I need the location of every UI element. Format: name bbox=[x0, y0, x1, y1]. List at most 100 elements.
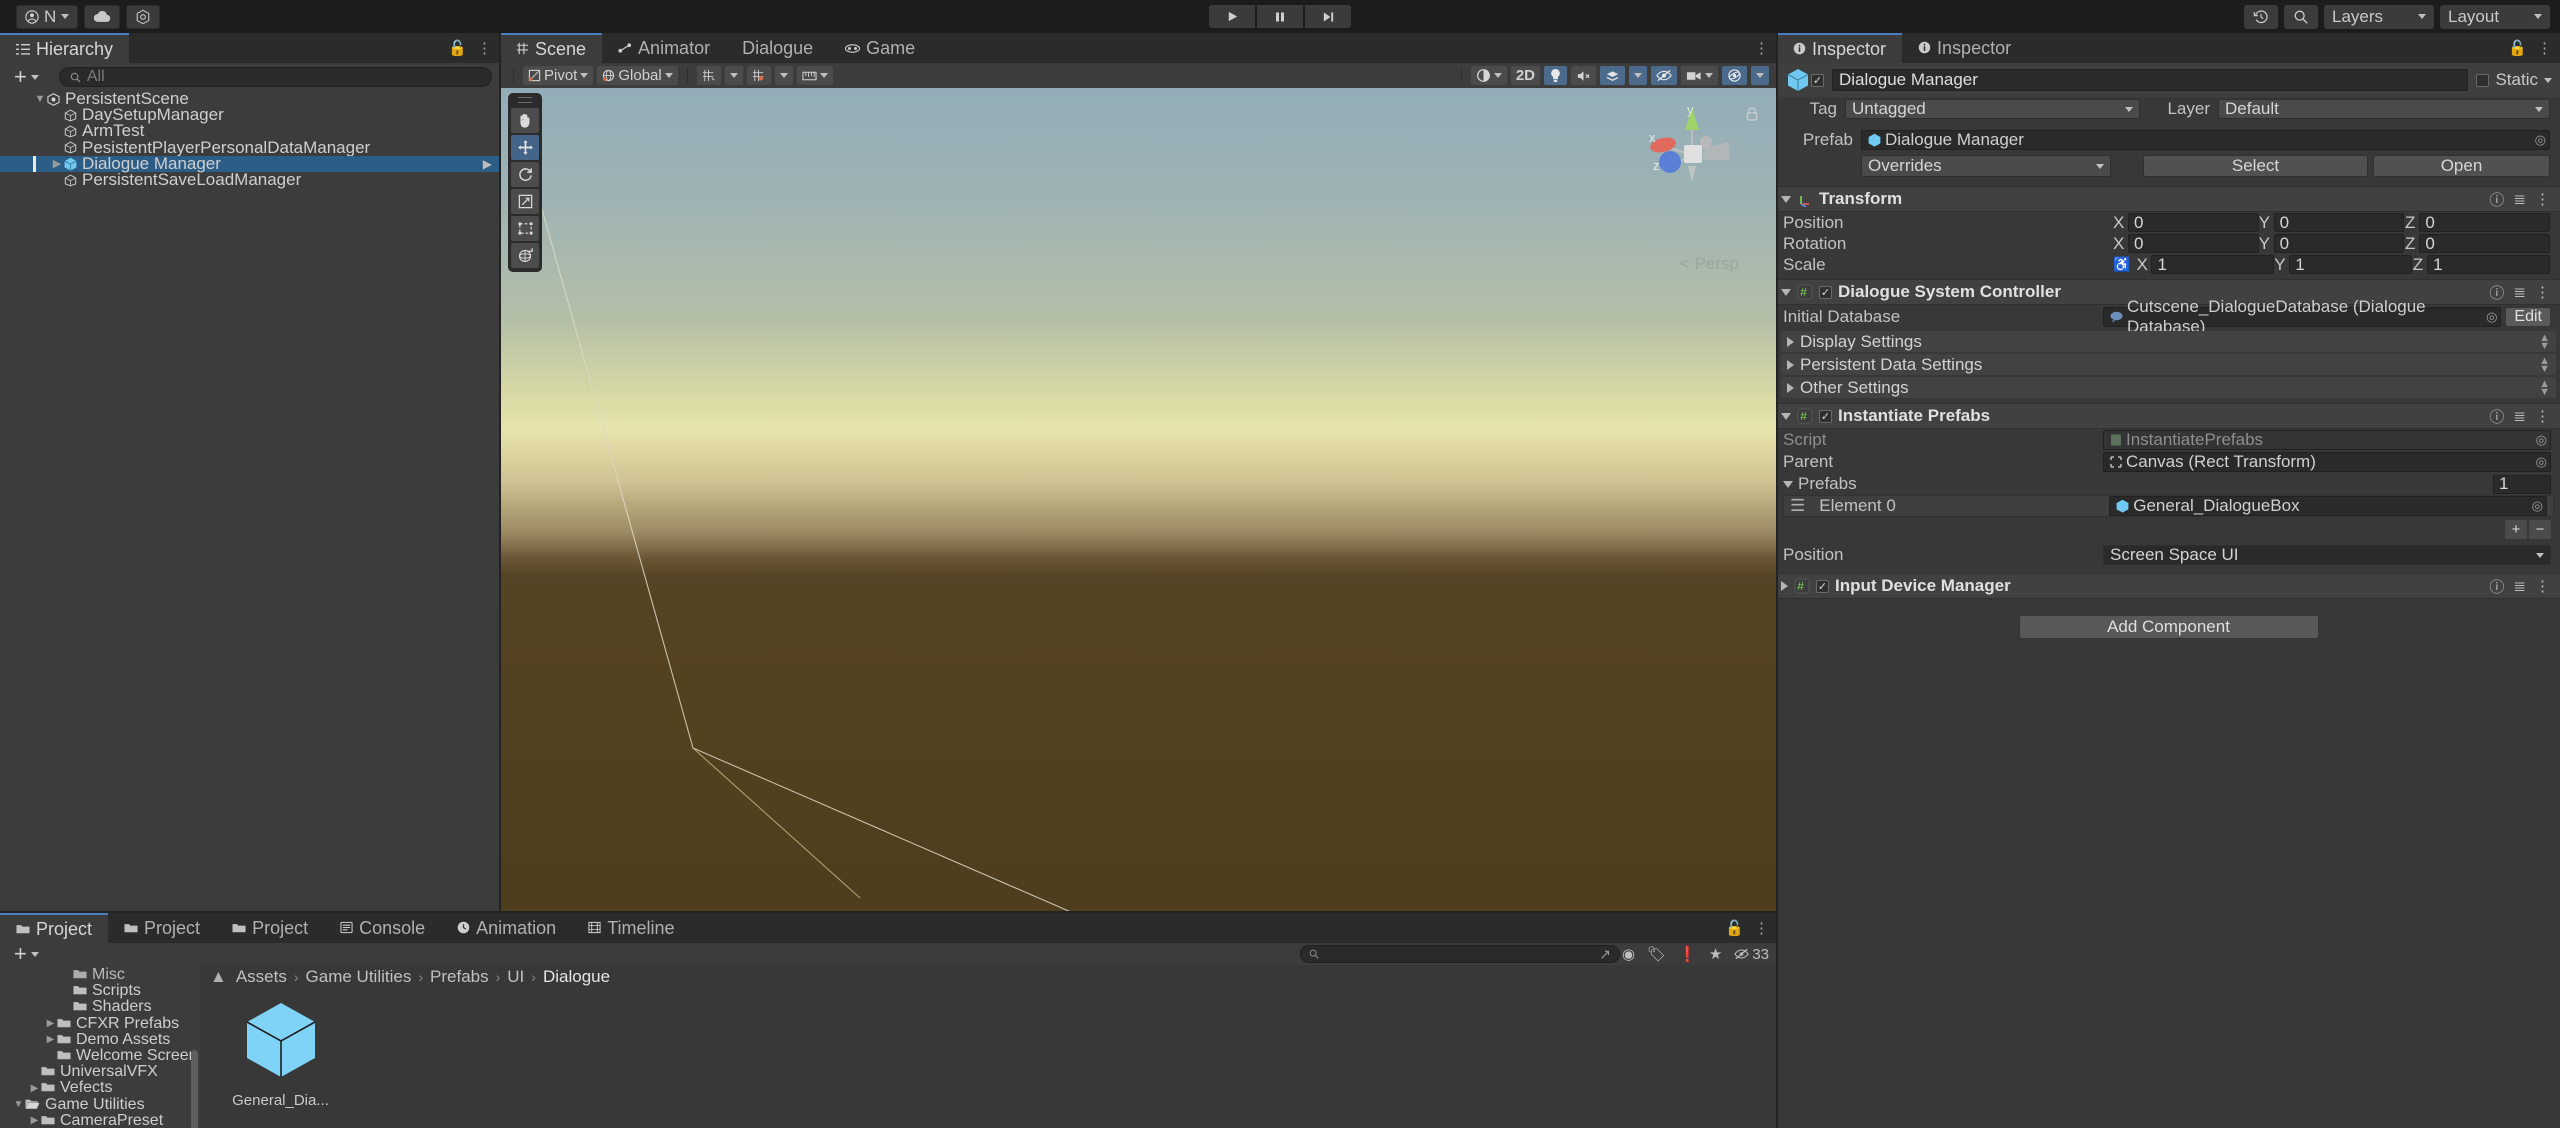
rotate-tool-button[interactable] bbox=[511, 162, 539, 187]
scene-effects-button[interactable] bbox=[1600, 66, 1625, 85]
hierarchy-tree[interactable]: ▼ PersistentScene DaySetupManager ArmTest Pe… bbox=[0, 89, 500, 189]
rotation-x-input[interactable]: 0 bbox=[2128, 234, 2259, 253]
hierarchy-item[interactable]: DaySetupManager bbox=[0, 105, 500, 124]
scene-orientation-gizmo[interactable]: y x z bbox=[1637, 100, 1758, 210]
foldout-arrow-icon[interactable]: ▶ bbox=[50, 157, 64, 170]
foldout-arrow-icon[interactable]: ▶ bbox=[44, 1034, 57, 1045]
dialogue-system-enabled-checkbox[interactable]: ✓ bbox=[1819, 285, 1832, 299]
lock-icon[interactable]: 🔓 bbox=[1725, 919, 1744, 937]
object-picker-icon[interactable]: ◎ bbox=[2532, 498, 2543, 514]
remove-element-button[interactable]: − bbox=[2529, 520, 2551, 539]
kebab-menu-icon[interactable]: ⋮ bbox=[2535, 190, 2550, 208]
parent-object-field[interactable]: Canvas (Rect Transform) ◎ bbox=[2103, 452, 2551, 472]
input-device-manager-component-header[interactable]: # ✓ Input Device Manager ⓘ ≣ ⋮ bbox=[1777, 573, 2560, 599]
tab-hierarchy[interactable]: Hierarchy bbox=[0, 33, 130, 63]
tag-dropdown[interactable]: Untagged bbox=[1845, 99, 2140, 119]
kebab-menu-icon[interactable]: ⋮ bbox=[2535, 283, 2550, 301]
project-tree-item[interactable]: ▶ Vefects bbox=[0, 1079, 200, 1096]
scale-x-input[interactable]: 1 bbox=[2151, 255, 2275, 274]
step-button[interactable] bbox=[1305, 5, 1351, 28]
expand-arrows-icon[interactable]: ▲ ▼ bbox=[2539, 378, 2550, 397]
instantiate-prefabs-enabled-checkbox[interactable]: ✓ bbox=[1819, 409, 1832, 423]
unity-services-button[interactable] bbox=[126, 4, 161, 29]
rotation-y[interactable]: Y0 bbox=[2259, 234, 2405, 254]
layers-dropdown[interactable]: Layers bbox=[2324, 4, 2434, 29]
foldout-arrow-icon[interactable] bbox=[1781, 412, 1791, 420]
project-tree-item[interactable]: ▶ CFXR Prefabs bbox=[0, 1015, 200, 1032]
scene-effects-dropdown[interactable] bbox=[1629, 66, 1647, 85]
position-z[interactable]: Z0 bbox=[2404, 213, 2551, 233]
instantiate-prefabs-component-header[interactable]: # ✓ Instantiate Prefabs ⓘ ≣ ⋮ bbox=[1777, 403, 2560, 429]
gameobject-name-input[interactable]: Dialogue Manager bbox=[1832, 69, 2469, 91]
prefabs-count-input[interactable]: 1 bbox=[2493, 474, 2551, 494]
foldout-arrow-icon[interactable] bbox=[1787, 336, 1794, 347]
static-checkbox[interactable] bbox=[2476, 73, 2490, 87]
preset-icon[interactable]: ≣ bbox=[2513, 407, 2526, 425]
chevron-down-icon[interactable] bbox=[2544, 77, 2552, 83]
layout-dropdown[interactable]: Layout bbox=[2440, 4, 2550, 29]
foldout-arrow-icon[interactable]: ▶ bbox=[28, 1115, 41, 1126]
foldout-arrow-icon[interactable] bbox=[1781, 581, 1788, 591]
foldout-arrow-icon[interactable]: ▼ bbox=[12, 1099, 25, 1110]
project-tree-item[interactable]: UniversalVFX bbox=[0, 1063, 200, 1080]
asset-item[interactable]: General_Dia... bbox=[228, 1001, 333, 1109]
kebab-menu-icon[interactable]: ⋮ bbox=[1754, 39, 1769, 57]
project-search-input[interactable]: ↗ bbox=[1300, 945, 1620, 963]
scene-lighting-button[interactable] bbox=[1544, 66, 1567, 85]
pivot-dropdown[interactable]: Pivot bbox=[523, 66, 594, 85]
project-create-button[interactable]: + bbox=[8, 943, 39, 965]
favorite-star-icon[interactable]: ★ bbox=[1709, 945, 1722, 963]
help-icon[interactable]: ⓘ bbox=[2489, 406, 2504, 427]
reorder-handle-icon[interactable]: ☰ bbox=[1790, 496, 1805, 516]
kebab-menu-icon[interactable]: ⋮ bbox=[2535, 577, 2550, 595]
foldout-arrow-icon[interactable] bbox=[1781, 195, 1791, 203]
project-tree-item[interactable]: Scripts bbox=[0, 982, 200, 999]
project-tree-item[interactable]: Welcome Screen bbox=[0, 1047, 200, 1064]
breadcrumb-item[interactable]: Assets bbox=[236, 967, 287, 987]
position-x-input[interactable]: 0 bbox=[2128, 213, 2259, 232]
type-filter-icon[interactable]: ◉ bbox=[1622, 945, 1635, 963]
project-tree-item[interactable]: Shaders bbox=[0, 998, 200, 1015]
scale-y[interactable]: Y1 bbox=[2274, 255, 2413, 275]
handle-space-dropdown[interactable]: Global bbox=[597, 66, 678, 85]
label-filter-icon[interactable]: 🏷 bbox=[1647, 945, 1666, 963]
account-button[interactable]: N bbox=[16, 4, 79, 29]
preset-icon[interactable]: ≣ bbox=[2513, 190, 2526, 208]
expand-arrows-icon[interactable]: ▲ ▼ bbox=[2539, 355, 2550, 374]
layer-dropdown[interactable]: Default bbox=[2218, 99, 2550, 119]
gameobject-enabled-checkbox[interactable]: ✓ bbox=[1811, 73, 1824, 87]
kebab-menu-icon[interactable]: ⋮ bbox=[477, 39, 492, 57]
snap-increment-dropdown[interactable] bbox=[774, 66, 793, 85]
foldout-arrow-icon[interactable] bbox=[1787, 382, 1794, 393]
rotation-x[interactable]: X0 bbox=[2113, 234, 2259, 254]
prefab-open-arrow-icon[interactable]: ▶ bbox=[483, 157, 492, 171]
tab-project[interactable]: Project bbox=[108, 913, 217, 943]
move-tool-button[interactable] bbox=[511, 135, 539, 160]
transform-component-header[interactable]: Transform ⓘ ≣ ⋮ bbox=[1777, 186, 2560, 212]
position-dropdown[interactable]: Screen Space UI bbox=[2103, 545, 2551, 565]
project-tree-item[interactable]: ▶ CameraPreset bbox=[0, 1112, 200, 1128]
position-y-input[interactable]: 0 bbox=[2273, 213, 2405, 232]
edit-database-button[interactable]: Edit bbox=[2505, 307, 2551, 327]
prefab-open-button[interactable]: Open bbox=[2373, 155, 2550, 177]
asset-grid[interactable]: General_Dia... bbox=[200, 989, 1777, 1109]
tab-project[interactable]: Project bbox=[216, 913, 325, 943]
transform-tool-button[interactable] bbox=[511, 243, 539, 268]
lock-icon[interactable]: 🔓 bbox=[2508, 39, 2527, 57]
tab-animator[interactable]: Animator bbox=[602, 33, 727, 63]
object-picker-icon[interactable]: ◎ bbox=[2486, 309, 2497, 325]
foldout-arrow-icon[interactable]: ▼ bbox=[33, 93, 47, 105]
tab-animation[interactable]: Animation bbox=[441, 913, 573, 943]
help-icon[interactable]: ⓘ bbox=[2489, 189, 2504, 210]
help-icon[interactable]: ⓘ bbox=[2489, 576, 2504, 597]
tab-inspector[interactable]: Inspector bbox=[1777, 33, 1903, 63]
divider-scene-project[interactable] bbox=[0, 911, 1777, 913]
scale-z[interactable]: Z1 bbox=[2412, 255, 2551, 275]
rotation-y-input[interactable]: 0 bbox=[2273, 234, 2405, 253]
kebab-menu-icon[interactable]: ⋮ bbox=[2537, 39, 2552, 57]
foldout-persistent-data-settings[interactable]: Persistent Data Settings ▲ ▼ bbox=[1781, 354, 2556, 375]
tab-dialogue[interactable]: Dialogue bbox=[726, 33, 830, 63]
search-expand-icon[interactable]: ↗ bbox=[1599, 946, 1611, 963]
scale-y-input[interactable]: 1 bbox=[2289, 255, 2413, 274]
tab-project[interactable]: Project bbox=[0, 913, 109, 943]
